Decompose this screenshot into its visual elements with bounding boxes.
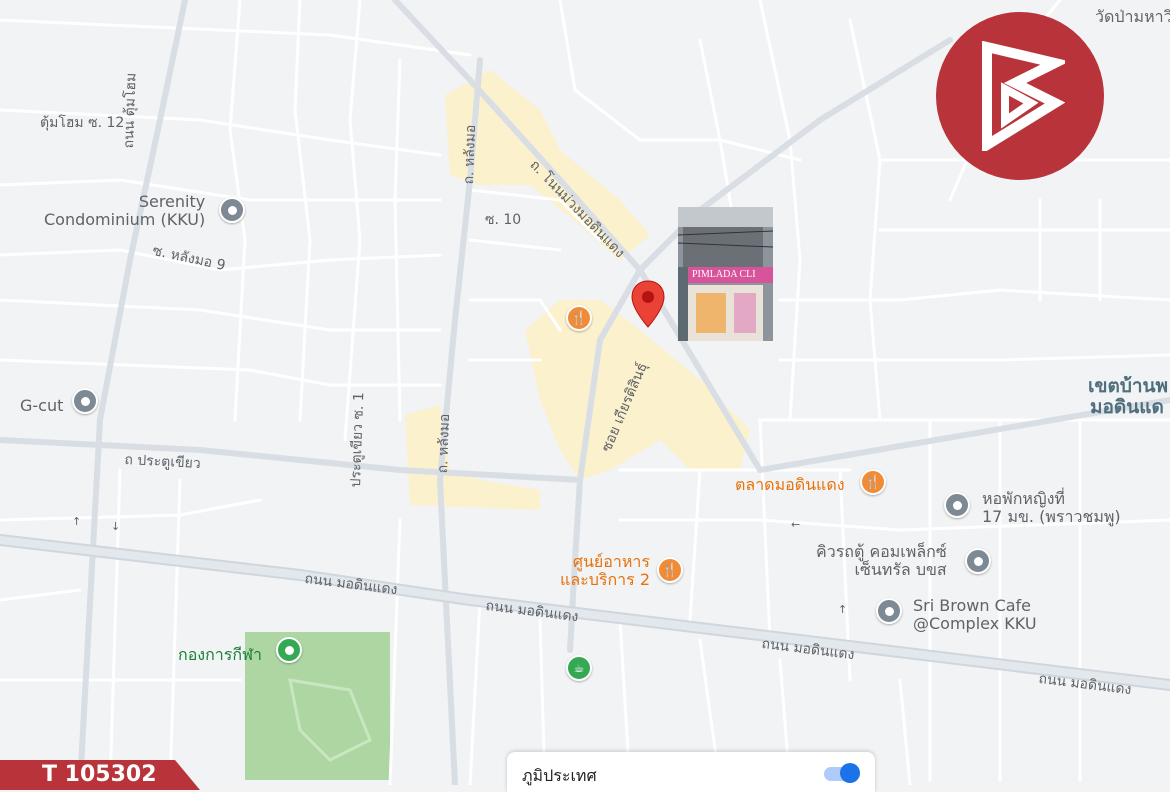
place-pin-market-icon[interactable]: 🍴 [860, 469, 886, 495]
place-pin-sport-icon[interactable] [276, 637, 302, 663]
street-label-pratu-khiao-1: ประตูเขียว ซ. 1 [347, 391, 368, 488]
reference-code-badge: T 105302 [0, 760, 200, 790]
street-label-pratu-khiao: ถ ประตูเขียว [124, 451, 202, 472]
sports-field-park [245, 632, 390, 780]
street-label-soi-10: ซ. 10 [485, 212, 522, 228]
place-pin-sri-brown-icon[interactable] [876, 598, 902, 624]
place-pin-queue-icon[interactable] [965, 548, 991, 574]
street-label-langmo-rd: ถ. หลังมอ [460, 124, 480, 185]
red-location-pin-icon[interactable] [630, 280, 666, 328]
place-label-queue[interactable]: คิวรถตู้ คอมเพล็กซ์ เซ็นทรัล บขส [816, 542, 947, 580]
place-pin-food-center-icon[interactable]: 🍴 [657, 557, 683, 583]
street-label-tumhom-12: ตุ้มโฮม ซ. 12 [40, 115, 125, 131]
place-label-sport[interactable]: กองการกีฬา [178, 645, 262, 664]
place-pin-gcut-icon[interactable] [72, 388, 98, 414]
place-pin-serenity-icon[interactable] [219, 197, 245, 223]
place-label-gcut[interactable]: G-cut [20, 396, 63, 415]
terrain-layer-panel: ภูมิประเทศ [507, 752, 875, 792]
place-pin-dorm-icon[interactable] [944, 492, 970, 518]
oneway-arrow-up-icon: ↑ [72, 515, 82, 528]
place-pin-misc-green-icon[interactable]: ☕ [566, 655, 592, 681]
oneway-arrow-up-icon-2: ↑ [838, 603, 848, 616]
area-label-line-2: มอดินแด [1090, 396, 1164, 418]
terrain-toggle-switch[interactable] [840, 763, 860, 783]
oneway-arrow-left-icon: ← [791, 518, 801, 531]
place-label-sri-brown[interactable]: Sri Brown Cafe @Complex KKU [913, 596, 1037, 634]
brand-b-logo-icon [936, 12, 1104, 180]
street-label-tumhom-rd: ถนน ตุ้มโฮม [120, 72, 140, 149]
oneway-arrow-down-icon: ↓ [111, 520, 121, 533]
place-label-serenity[interactable]: Serenity Condominium (KKU) [44, 192, 205, 230]
place-label-dorm[interactable]: หอพักหญิงที่ 17 มข. (พราวชมพู) [982, 489, 1121, 527]
property-photo[interactable]: PIMLADA CLI [678, 207, 773, 341]
street-label-langmo-rd-south: ถ. หลังมอ [434, 413, 454, 474]
place-label-market[interactable]: ตลาดมอดินแดง [735, 475, 845, 494]
place-label-food-center[interactable]: ศูนย์อาหาร และบริการ 2 [560, 552, 650, 590]
restaurant-pin-icon[interactable]: 🍴 [566, 305, 592, 331]
place-label-wat-pa: วัดป่ามหาวิ [1095, 7, 1170, 26]
area-label-line-1: เขตบ้านพ [1088, 375, 1169, 397]
terrain-toggle-label: ภูมิประเทศ [522, 766, 597, 785]
photo-sign-text: PIMLADA CLI [692, 269, 756, 280]
